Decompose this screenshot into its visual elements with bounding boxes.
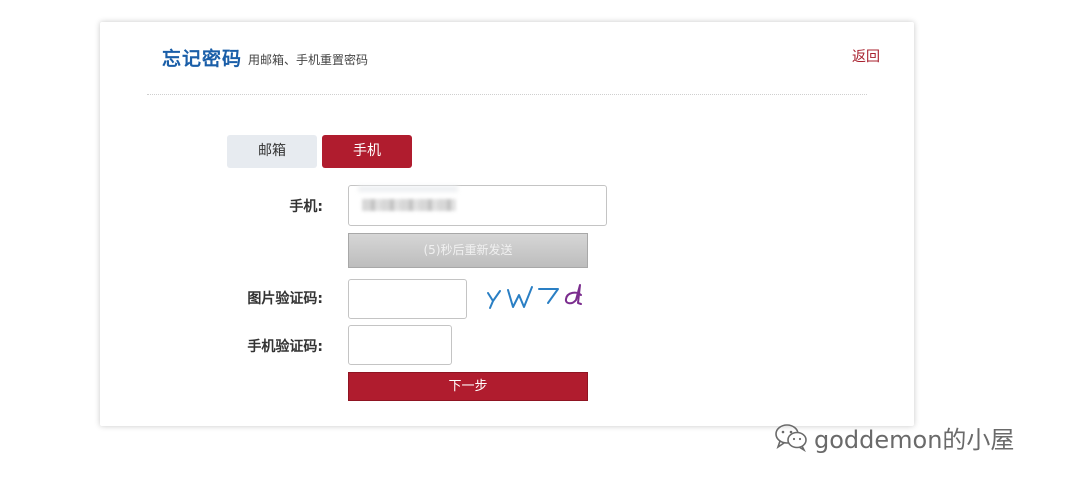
image-code-input[interactable] <box>348 279 467 319</box>
page-title: 忘记密码 <box>162 48 243 70</box>
page-subtitle: 用邮箱、手机重置密码 <box>248 53 369 67</box>
sms-code-input[interactable] <box>348 325 452 365</box>
watermark-text: goddemon的小屋 <box>814 425 1015 454</box>
phone-redaction-blur-top <box>358 186 458 192</box>
tab-phone[interactable]: 手机 <box>322 135 412 168</box>
sms-code-label: 手机验证码: <box>247 339 323 355</box>
phone-redaction-blur <box>362 199 456 211</box>
header-divider <box>147 94 867 95</box>
watermark: goddemon的小屋 <box>774 420 1014 454</box>
resend-code-button[interactable]: (5)秒后重新发送 <box>348 233 588 268</box>
wechat-icon <box>775 424 807 452</box>
back-link[interactable]: 返回 <box>852 46 880 66</box>
captcha-char-w <box>507 286 533 308</box>
captcha-image[interactable] <box>482 277 592 317</box>
captcha-char-d <box>564 284 582 305</box>
tab-email[interactable]: 邮箱 <box>227 135 317 168</box>
forgot-password-card: 忘记密码 用邮箱、手机重置密码 返回 邮箱 手机 手机: (5)秒后重新发送 图… <box>100 22 914 426</box>
phone-label: 手机: <box>289 199 323 215</box>
captcha-char-7 <box>538 288 559 304</box>
image-code-label: 图片验证码: <box>247 291 323 307</box>
captcha-char-y <box>487 290 501 309</box>
next-step-button[interactable]: 下一步 <box>348 372 588 401</box>
page: 忘记密码 用邮箱、手机重置密码 返回 邮箱 手机 手机: (5)秒后重新发送 图… <box>0 0 1080 486</box>
